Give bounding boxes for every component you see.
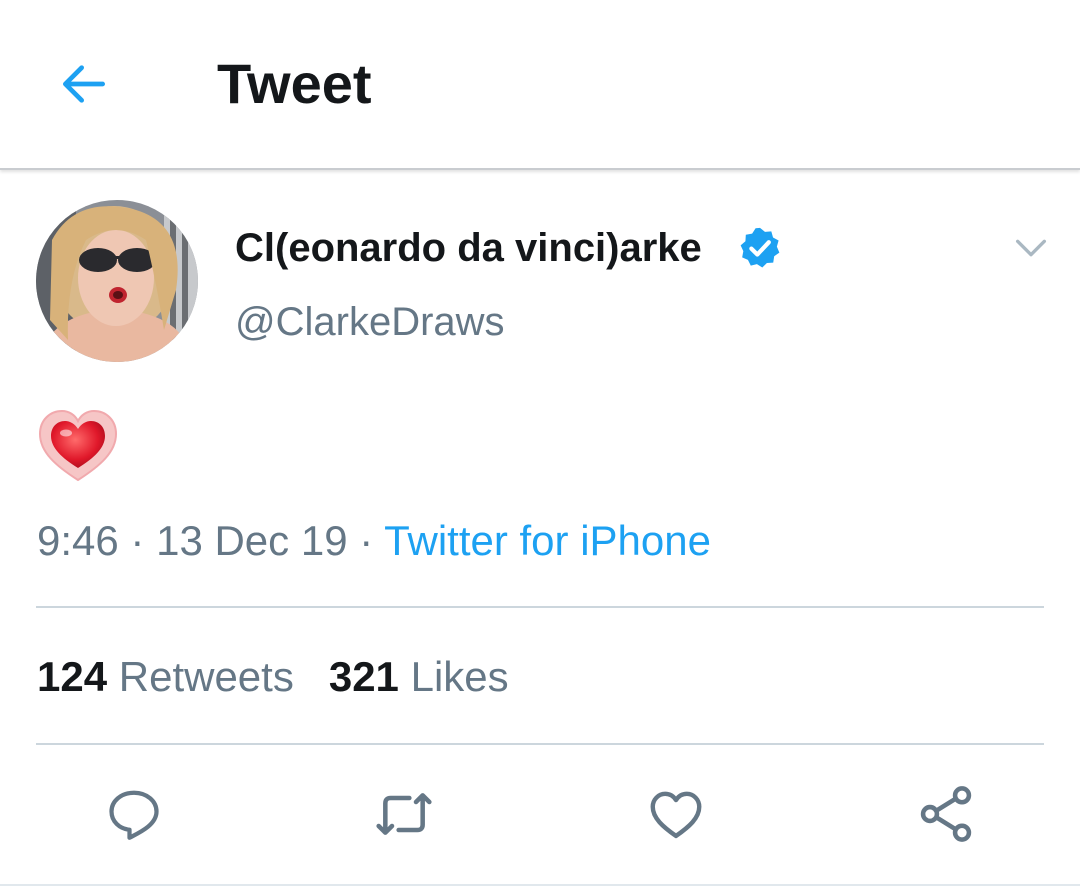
page-title: Tweet	[217, 52, 372, 115]
verified-badge-icon	[737, 225, 783, 271]
divider	[0, 884, 1080, 886]
top-app-bar: Tweet	[0, 0, 1080, 170]
retweet-button[interactable]	[370, 780, 438, 848]
avatar[interactable]	[36, 200, 198, 362]
chevron-down-icon	[1016, 239, 1046, 257]
share-button[interactable]	[912, 780, 980, 848]
likes-label: Likes	[410, 653, 509, 700]
reply-icon	[109, 790, 159, 840]
reply-button[interactable]	[100, 780, 168, 848]
arrow-left-icon	[62, 65, 105, 103]
author-handle[interactable]: @ClarkeDraws	[235, 296, 505, 348]
tweet-stats: 124 Retweets 321 Likes	[37, 650, 509, 704]
likes-stat[interactable]: 321 Likes	[329, 653, 509, 700]
retweets-label: Retweets	[118, 653, 294, 700]
share-icon	[920, 786, 972, 842]
tweet-options-button[interactable]	[1005, 222, 1057, 274]
likes-count: 321	[328, 653, 399, 700]
meta-separator: ·	[130, 517, 145, 564]
retweets-count: 124	[37, 653, 108, 700]
tweet-date: 13 Dec 19	[156, 517, 348, 564]
meta-separator: ·	[359, 517, 374, 564]
heart-emoji	[38, 409, 118, 482]
avatar-image	[36, 200, 198, 362]
tweet-time: 9:46	[37, 517, 119, 564]
like-icon	[650, 791, 702, 839]
like-button[interactable]	[642, 780, 710, 848]
tweet-text	[38, 408, 118, 484]
retweet-icon	[376, 793, 432, 835]
back-button[interactable]	[52, 52, 116, 116]
tweet-source-link[interactable]: Twitter for iPhone	[384, 517, 711, 564]
divider	[36, 606, 1044, 608]
divider	[36, 743, 1044, 745]
tweet-meta: 9:46 · 13 Dec 19 · Twitter for iPhone	[37, 514, 711, 568]
author-name[interactable]: Cl(eonardo da vinci)arke	[235, 222, 702, 274]
retweets-stat[interactable]: 124 Retweets	[37, 653, 294, 700]
